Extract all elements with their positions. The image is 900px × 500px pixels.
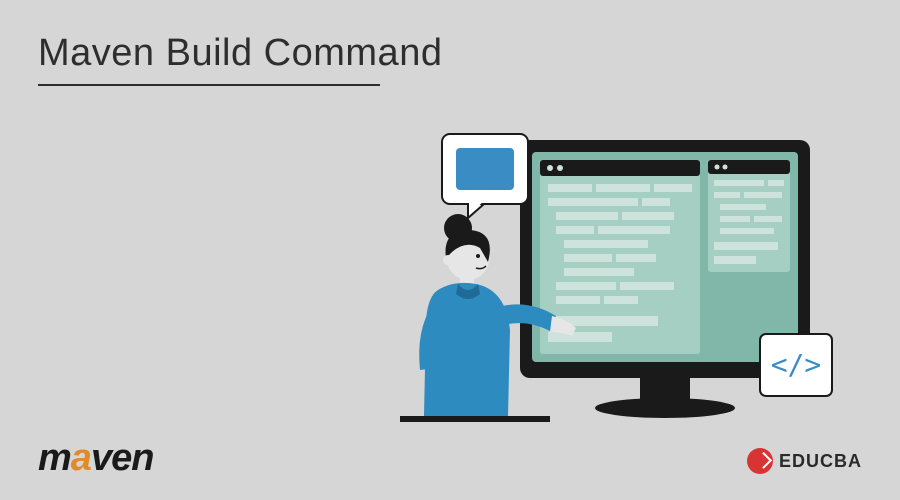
maven-logo-m: m xyxy=(38,437,71,479)
educba-logo: EDUCBA xyxy=(747,448,862,474)
svg-text:</>: </> xyxy=(771,348,822,381)
page-title: Maven Build Command xyxy=(38,32,442,75)
hero-illustration: </> xyxy=(380,120,860,460)
maven-logo-rest: ven xyxy=(91,437,153,479)
educba-icon xyxy=(747,448,773,474)
maven-logo: maven xyxy=(38,437,153,480)
maven-logo-a: a xyxy=(71,437,91,479)
educba-text: EDUCBA xyxy=(779,451,862,472)
title-underline xyxy=(38,84,380,86)
